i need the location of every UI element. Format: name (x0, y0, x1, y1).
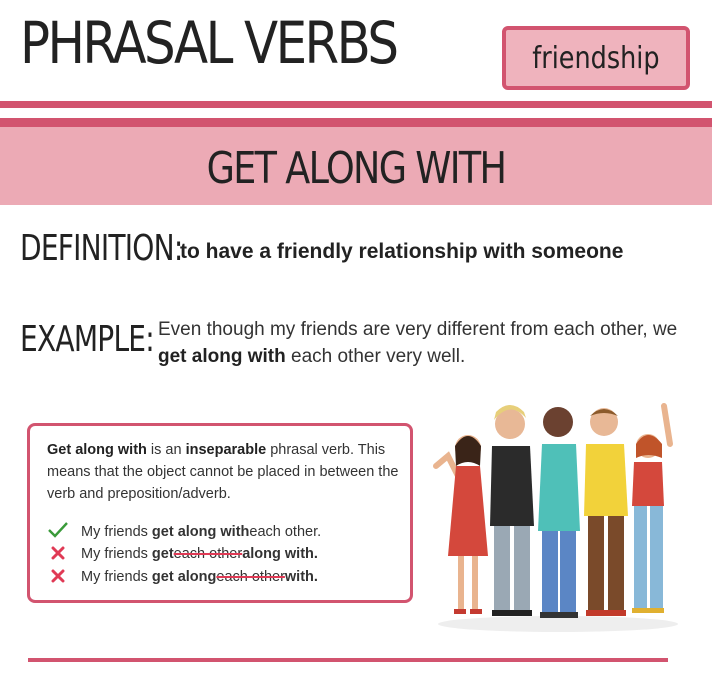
friends-illustration (433, 403, 678, 632)
page-title: PHRASAL VERBS (20, 9, 399, 77)
friend-1-figure (433, 435, 488, 614)
topic-tag: friendship (502, 26, 690, 90)
friend-5-figure (632, 403, 673, 613)
definition-label: DEFINITION: (20, 228, 183, 269)
check-icon (47, 522, 69, 541)
row3-d: with. (284, 569, 318, 585)
friend-3-figure (538, 407, 580, 618)
row3-struck: each other (216, 569, 285, 585)
wrong-example-row-1: My friends get each other along with. (47, 545, 318, 563)
friend-4-figure (584, 408, 628, 616)
row2-struck: each other (173, 546, 243, 562)
cross-icon (47, 568, 69, 586)
note-paragraph: Get along with is an inseparable phrasal… (47, 439, 407, 505)
header-divider (0, 101, 712, 108)
row3-a: My friends (81, 569, 148, 585)
row3-b: get along (151, 569, 217, 585)
friend-2-figure (490, 405, 534, 616)
topic-tag-label: friendship (532, 40, 660, 76)
definition-text: to have a friendly relationship with som… (180, 240, 624, 263)
verb-heading-text: GET ALONG WITH (206, 143, 507, 194)
row2-b: get (151, 546, 174, 562)
note-bold-inseparable: inseparable (185, 442, 267, 458)
note-bold-verb: Get along with (47, 442, 147, 458)
row1-a: My friends (81, 523, 148, 540)
wrong-example-row-2: My friends get along each other with. (47, 568, 318, 586)
correct-example-row: My friends get along with each other. (47, 522, 321, 541)
row2-d: along with. (242, 546, 318, 562)
example-text: Even though my friends are very differen… (158, 316, 678, 370)
band-top-divider (0, 118, 712, 127)
row1-b: get along with (151, 523, 250, 540)
example-bold: get along with (158, 346, 286, 367)
example-pre: Even though my friends are very differen… (158, 319, 678, 340)
example-label: EXAMPLE: (20, 319, 155, 360)
example-post: each other very well. (285, 346, 466, 367)
bottom-divider (28, 658, 668, 662)
note-text-a: is an (146, 442, 186, 458)
row2-a: My friends (81, 546, 148, 562)
verb-heading: GET ALONG WITH (0, 147, 712, 191)
cross-icon (47, 545, 69, 563)
row1-c: each other. (249, 523, 322, 540)
